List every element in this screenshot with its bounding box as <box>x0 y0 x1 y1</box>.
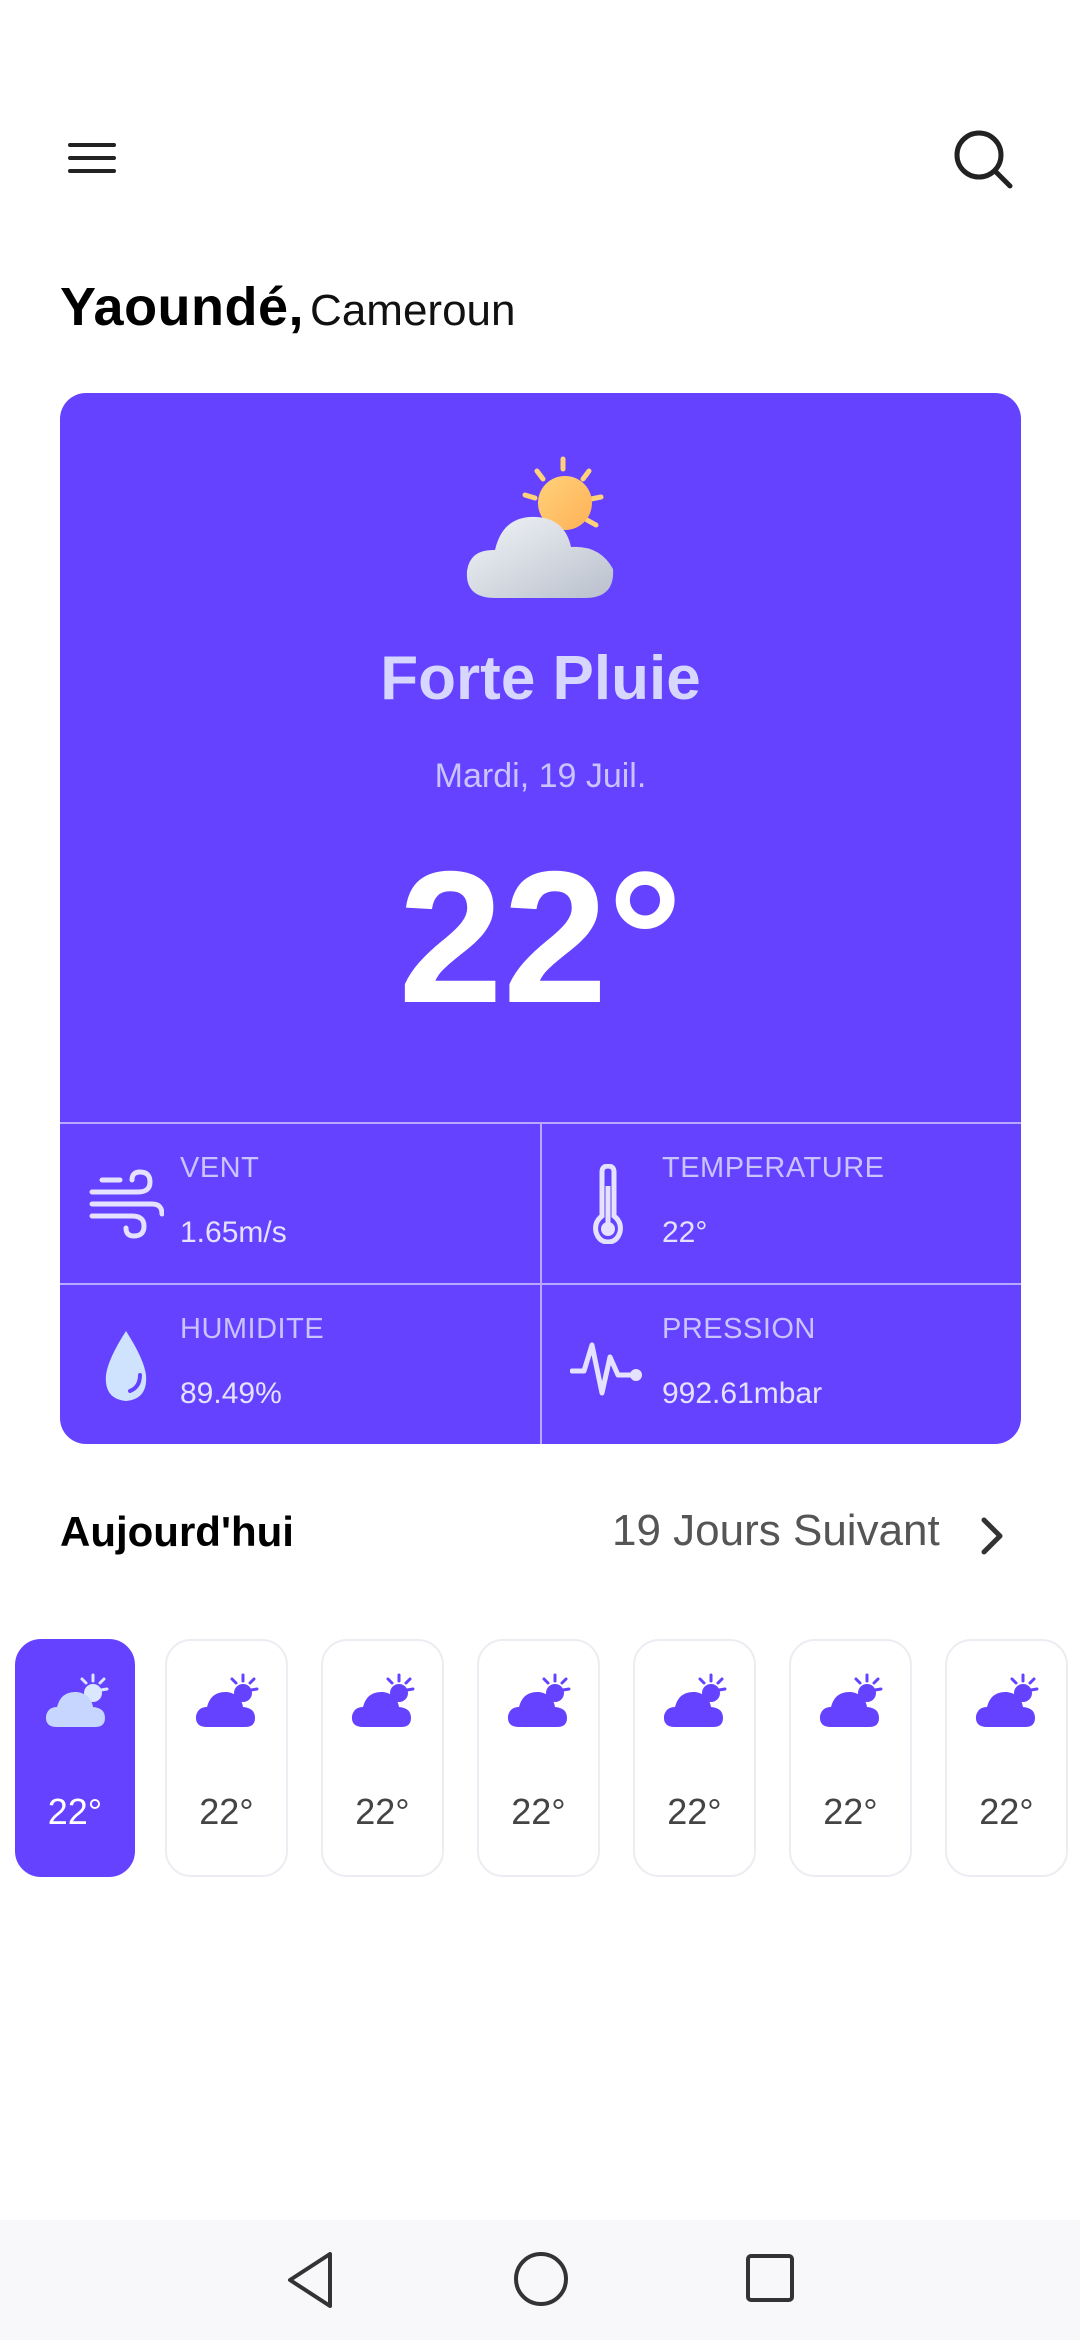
forecast-temp: 22° <box>355 1791 410 1832</box>
next-days-link[interactable]: 19 Jours Suivant <box>612 1506 940 1556</box>
partly-cloudy-icon <box>466 456 614 598</box>
stat-value: 22° <box>662 1216 708 1249</box>
current-weather-card: Forte Pluie Mardi, 19 Juil. 22° VENT 1.6… <box>60 393 1021 1444</box>
search-icon <box>954 130 1013 189</box>
chevron-right-icon[interactable] <box>972 1514 1012 1558</box>
forecast-temp: 22° <box>667 1791 722 1832</box>
forecast-temp: 22° <box>199 1791 254 1832</box>
stat-value: 992.61mbar <box>662 1377 823 1410</box>
partly-cloudy-icon <box>975 1673 1039 1727</box>
stat-label: HUMIDITE <box>180 1313 325 1345</box>
back-triangle-icon[interactable] <box>282 2248 338 2312</box>
stat-label: TEMPERATURE <box>662 1152 885 1184</box>
stat-humidity: HUMIDITE 89.49% <box>60 1285 540 1444</box>
forecast-item[interactable]: 22° <box>945 1639 1068 1877</box>
stat-label: VENT <box>180 1152 260 1184</box>
city-name: Yaoundé, <box>60 277 305 337</box>
recents-square-icon[interactable] <box>744 2252 796 2304</box>
partly-cloudy-icon <box>351 1673 415 1727</box>
forecast-temp: 22° <box>823 1791 878 1832</box>
stat-temperature: TEMPERATURE 22° <box>542 1124 1021 1284</box>
today-tab[interactable]: Aujourd'hui <box>60 1508 294 1556</box>
menu-icon-line <box>68 169 116 173</box>
stat-value: 1.65m/s <box>180 1216 287 1249</box>
forecast-item[interactable]: 22° <box>633 1639 756 1877</box>
current-temperature: 22° <box>398 832 683 1042</box>
stat-wind: VENT 1.65m/s <box>60 1124 540 1284</box>
forecast-item[interactable]: 22° <box>789 1639 912 1877</box>
forecast-temp: 22° <box>47 1791 103 1832</box>
home-circle-icon[interactable] <box>512 2250 570 2308</box>
forecast-temp: 22° <box>979 1791 1034 1832</box>
weather-condition: Forte Pluie <box>380 644 701 713</box>
search-button[interactable] <box>948 124 1018 194</box>
partly-cloudy-icon <box>195 1673 259 1727</box>
partly-cloudy-icon <box>507 1673 571 1727</box>
menu-icon-line <box>68 143 116 147</box>
partly-cloudy-icon <box>45 1673 109 1727</box>
forecast-item[interactable]: 22° <box>477 1639 600 1877</box>
pulse-icon <box>570 1342 642 1396</box>
system-nav-bar <box>0 2220 1080 2340</box>
droplet-icon <box>105 1331 147 1401</box>
menu-icon-line <box>68 156 116 160</box>
location-title: Yaoundé, Cameroun <box>60 276 515 338</box>
current-date: Mardi, 19 Juil. <box>434 757 647 795</box>
stat-pressure: PRESSION 992.61mbar <box>542 1285 1021 1444</box>
forecast-temp: 22° <box>511 1791 566 1832</box>
stat-value: 89.49% <box>180 1377 282 1410</box>
thermometer-icon <box>593 1164 623 1244</box>
forecast-item[interactable]: 22° <box>15 1639 135 1877</box>
menu-button[interactable] <box>60 128 130 188</box>
country-name: Cameroun <box>310 286 516 335</box>
forecast-item[interactable]: 22° <box>165 1639 288 1877</box>
partly-cloudy-icon <box>663 1673 727 1727</box>
wind-icon <box>89 1169 164 1239</box>
stat-label: PRESSION <box>662 1313 816 1345</box>
forecast-item[interactable]: 22° <box>321 1639 444 1877</box>
partly-cloudy-icon <box>819 1673 883 1727</box>
